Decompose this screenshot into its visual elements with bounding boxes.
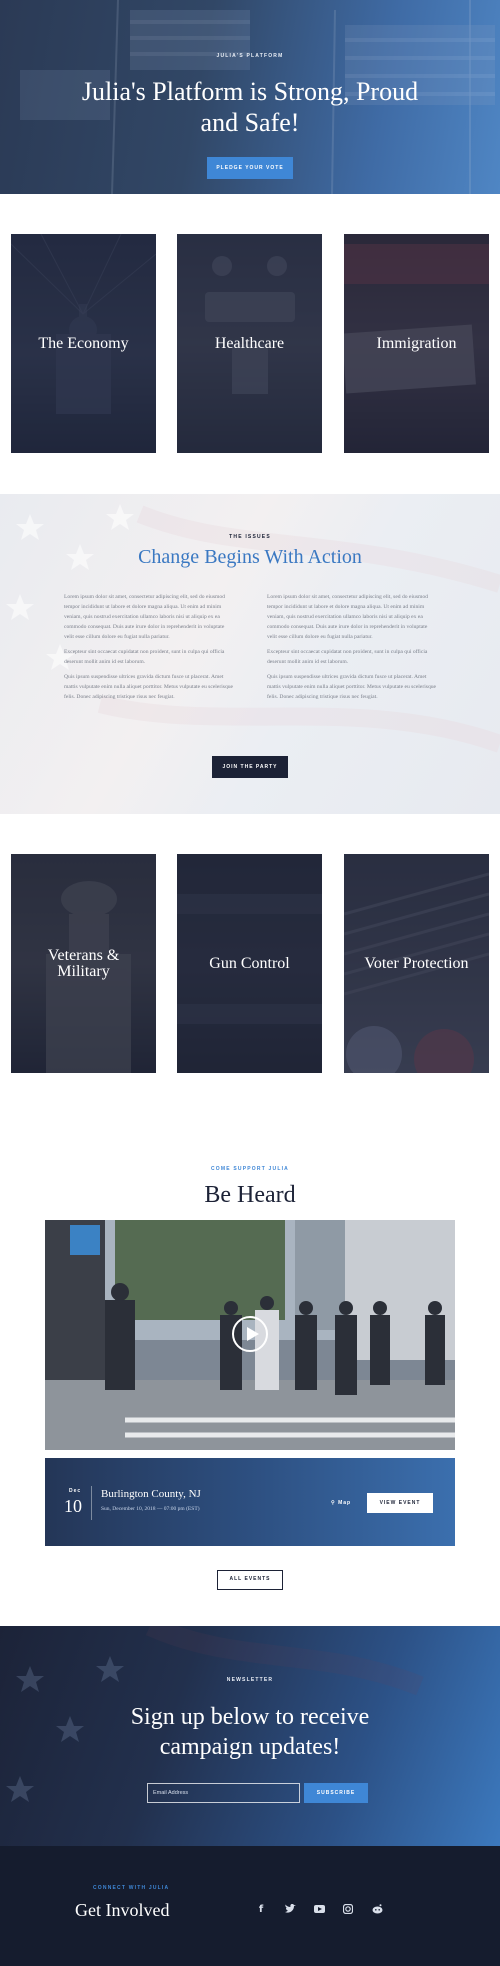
paragraph: Quis ipsum suspendisse ultrices gravida … xyxy=(267,674,437,700)
reddit-icon[interactable] xyxy=(371,1903,383,1915)
paragraph: Excepteur sint occaecat cupidatat non pr… xyxy=(267,649,428,665)
event-video[interactable] xyxy=(45,1220,455,1450)
issues-text-column-right: Lorem ipsum dolor sit amet, consectetur … xyxy=(267,592,437,707)
issues-eyebrow: The Issues xyxy=(229,534,271,540)
footer-eyebrow: Connect With Julia xyxy=(93,1885,170,1891)
paragraph: Lorem ipsum dolor sit amet, consectetur … xyxy=(64,594,225,640)
issue-card-immigration[interactable]: Immigration xyxy=(344,234,489,453)
card-label-healthcare: Healthcare xyxy=(214,334,285,352)
map-label: Map xyxy=(338,1500,352,1506)
newsletter-title: Sign up below to receive campaign update… xyxy=(130,1704,370,1760)
paragraph: Lorem ipsum dolor sit amet, consectetur … xyxy=(267,594,428,640)
paragraph: Quis ipsum suspendisse ultrices gravida … xyxy=(64,674,234,700)
issue-card-voter-protection[interactable]: Voter Protection xyxy=(344,854,489,1073)
view-event-button[interactable]: View Event xyxy=(367,1493,433,1513)
card-label-gun-control: Gun Control xyxy=(209,954,290,972)
pledge-vote-button[interactable]: Pledge Your Vote xyxy=(207,157,293,179)
event-datetime: Sun, December 10, 2018 — 07:00 pm (EST) xyxy=(101,1506,200,1512)
event-day: 10 xyxy=(64,1496,82,1516)
issue-card-veterans[interactable]: Veterans & Military xyxy=(11,854,156,1073)
hero-content: Julia's Platform Julia's Platform is Str… xyxy=(0,0,500,194)
email-field[interactable] xyxy=(147,1783,300,1803)
instagram-icon[interactable] xyxy=(342,1903,354,1915)
event-map-link[interactable]: ⚲ Map xyxy=(331,1500,351,1506)
issue-card-healthcare[interactable]: Healthcare xyxy=(177,234,322,453)
twitter-icon[interactable] xyxy=(284,1903,296,1915)
event-location: Burlington County, NJ xyxy=(101,1488,201,1500)
hero-title: Julia's Platform is Strong, Proud and Sa… xyxy=(81,77,419,137)
issues-text-column-left: Lorem ipsum dolor sit amet, consectetur … xyxy=(64,592,234,707)
card-label-voter-protection: Voter Protection xyxy=(364,954,469,972)
event-month: Dec xyxy=(69,1488,82,1494)
issue-card-economy[interactable]: The Economy xyxy=(11,234,156,453)
issue-cards-bottom: Veterans & Military Gun Control Voter Pr… xyxy=(0,814,500,1114)
footer: Connect With Julia Get Involved f xyxy=(0,1846,500,1966)
issues-section: The Issues Change Begins With Action Lor… xyxy=(0,494,500,814)
newsletter-section: Newsletter Sign up below to receive camp… xyxy=(0,1626,500,1846)
events-section: Come Support Julia Be Heard xyxy=(0,1114,500,1626)
issues-title: Change Begins With Action xyxy=(138,546,362,568)
all-events-button[interactable]: All Events xyxy=(217,1570,283,1590)
play-icon[interactable] xyxy=(232,1316,268,1352)
events-eyebrow: Come Support Julia xyxy=(211,1166,289,1172)
event-card: Dec 10 Burlington County, NJ Sun, Decemb… xyxy=(45,1458,455,1546)
card-label-immigration: Immigration xyxy=(376,334,457,352)
card-label-veterans: Veterans & Military xyxy=(47,946,120,980)
card-label-economy: The Economy xyxy=(38,334,129,352)
events-title: Be Heard xyxy=(204,1182,296,1208)
issue-card-gun-control[interactable]: Gun Control xyxy=(177,854,322,1073)
event-divider xyxy=(91,1486,92,1520)
footer-title: Get Involved xyxy=(75,1900,170,1920)
map-pin-icon: ⚲ xyxy=(331,1500,339,1506)
paragraph: Excepteur sint occaecat cupidatat non pr… xyxy=(64,649,225,665)
facebook-icon[interactable]: f xyxy=(255,1903,267,1915)
social-links: f xyxy=(255,1903,383,1915)
hero-section: Julia's Platform Julia's Platform is Str… xyxy=(0,0,500,194)
youtube-icon[interactable] xyxy=(313,1903,325,1915)
issue-cards-top: The Economy Healthcare Immigration xyxy=(0,194,500,494)
subscribe-button[interactable]: Subscribe xyxy=(304,1783,368,1803)
join-party-button[interactable]: Join The Party xyxy=(212,756,288,778)
hero-eyebrow: Julia's Platform xyxy=(216,53,284,59)
newsletter-eyebrow: Newsletter xyxy=(226,1677,274,1683)
